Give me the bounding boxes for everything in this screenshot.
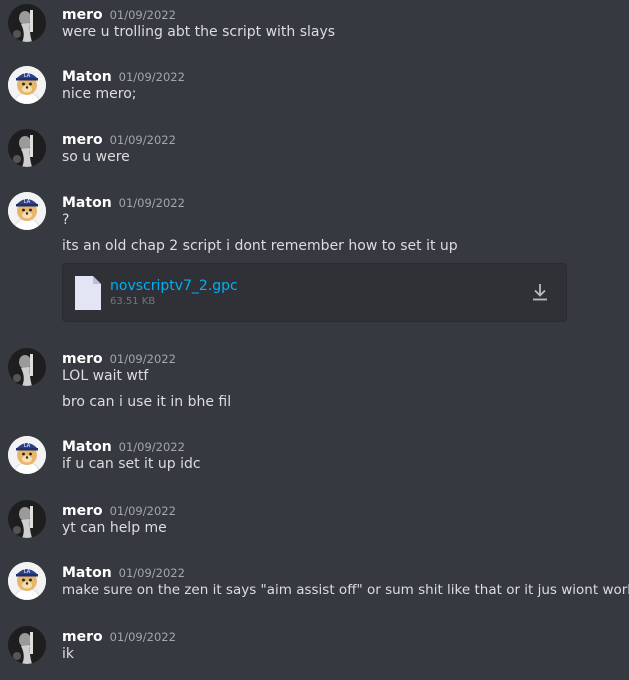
- avatar-maton[interactable]: LA: [8, 192, 46, 230]
- timestamp: 01/09/2022: [118, 566, 185, 580]
- avatar-mero[interactable]: [8, 348, 46, 386]
- author-name[interactable]: mero: [62, 7, 103, 23]
- avatar-mero[interactable]: [8, 129, 46, 167]
- message-header: Maton 01/09/2022: [62, 562, 185, 581]
- timestamp: 01/09/2022: [109, 630, 176, 644]
- timestamp: 01/09/2022: [109, 8, 176, 22]
- file-icon: [73, 274, 103, 316]
- timestamp: 01/09/2022: [118, 440, 185, 454]
- message-text: if u can set it up idc: [62, 456, 201, 472]
- message-header: mero 01/09/2022: [62, 626, 176, 645]
- author-name[interactable]: Maton: [62, 439, 112, 455]
- message-header: Maton 01/09/2022: [62, 66, 185, 85]
- message-text: LOL wait wtf: [62, 368, 149, 384]
- message-text: its an old chap 2 script i dont remember…: [62, 238, 458, 254]
- author-name[interactable]: Maton: [62, 195, 112, 211]
- file-name-link[interactable]: novscriptv7_2.gpc: [110, 278, 238, 294]
- message-header: mero 01/09/2022: [62, 4, 176, 23]
- timestamp: 01/09/2022: [118, 196, 185, 210]
- file-attachment[interactable]: novscriptv7_2.gpc 63.51 KB: [62, 263, 567, 322]
- avatar-mero[interactable]: [8, 500, 46, 538]
- message-header: Maton 01/09/2022: [62, 436, 185, 455]
- svg-text:LA: LA: [24, 569, 31, 575]
- author-name[interactable]: mero: [62, 629, 103, 645]
- message-header: mero 01/09/2022: [62, 129, 176, 148]
- message-text: were u trolling abt the script with slay…: [62, 24, 336, 40]
- message-text: ?: [62, 212, 70, 228]
- author-name[interactable]: Maton: [62, 565, 112, 581]
- avatar-maton[interactable]: LA: [8, 436, 46, 474]
- svg-text:LA: LA: [24, 443, 31, 449]
- svg-text:LA: LA: [24, 73, 31, 79]
- download-icon[interactable]: [530, 282, 550, 306]
- author-name[interactable]: mero: [62, 503, 103, 519]
- file-size: 63.51 KB: [110, 296, 156, 307]
- message-text: ik: [62, 646, 74, 662]
- timestamp: 01/09/2022: [109, 504, 176, 518]
- avatar-mero[interactable]: [8, 626, 46, 664]
- message-header: mero 01/09/2022: [62, 500, 176, 519]
- message-text: make sure on the zen it says "aim assist…: [62, 582, 629, 598]
- message-header: Maton 01/09/2022: [62, 192, 185, 211]
- avatar-maton[interactable]: LA: [8, 66, 46, 104]
- message-header: mero 01/09/2022: [62, 348, 176, 367]
- author-name[interactable]: mero: [62, 132, 103, 148]
- timestamp: 01/09/2022: [118, 70, 185, 84]
- avatar-mero[interactable]: [8, 4, 46, 42]
- message-text: yt can help me: [62, 520, 167, 536]
- message-text: nice mero;: [62, 86, 137, 102]
- message-text: so u were: [62, 149, 130, 165]
- author-name[interactable]: mero: [62, 351, 103, 367]
- timestamp: 01/09/2022: [109, 133, 176, 147]
- avatar-maton[interactable]: LA: [8, 562, 46, 600]
- timestamp: 01/09/2022: [109, 352, 176, 366]
- author-name[interactable]: Maton: [62, 69, 112, 85]
- svg-text:LA: LA: [24, 199, 31, 205]
- message-text: bro can i use it in bhe fil: [62, 394, 232, 410]
